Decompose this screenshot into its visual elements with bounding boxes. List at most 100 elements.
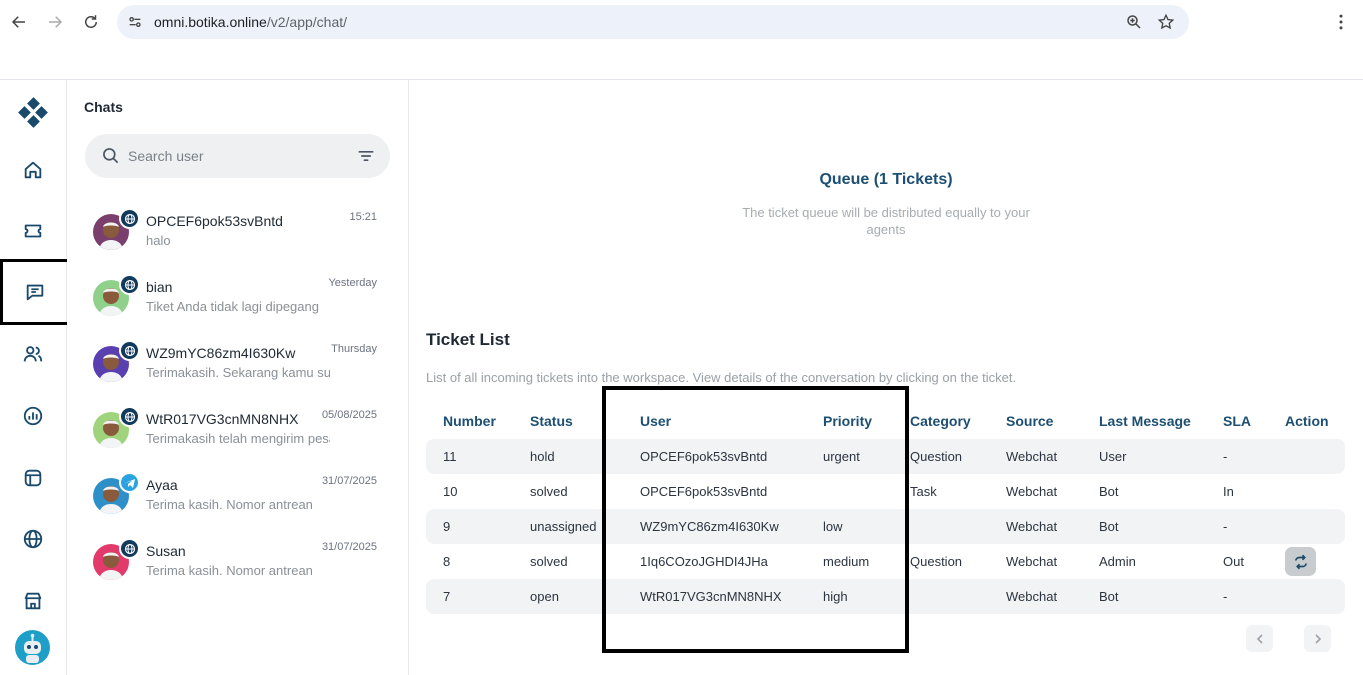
ticket-cell-sla: - <box>1206 579 1268 614</box>
globe-icon <box>124 543 135 554</box>
column-header: SLA <box>1223 413 1251 429</box>
chat-time: 15:21 <box>349 211 377 223</box>
globe-icon <box>23 529 43 549</box>
ticket-table-header: Number Status User Priority Category Source La… <box>426 403 1345 439</box>
arrow-right-icon <box>49 16 63 28</box>
ticket-cell-priority: low <box>806 509 893 544</box>
url-text[interactable]: omni.botika.online/v2/app/chat/ <box>154 14 347 30</box>
home-icon <box>24 161 42 179</box>
forward-button[interactable] <box>42 9 68 35</box>
column-header: Priority <box>823 413 873 429</box>
chat-name: Ayaa <box>146 477 178 493</box>
ticket-cell-action <box>1268 439 1345 474</box>
ticket-row[interactable]: 11 hold OPCEF6pok53svBntd urgent Question Web… <box>426 439 1345 474</box>
ticket-list-title: Ticket List <box>426 330 510 349</box>
store-icon <box>24 592 42 610</box>
nav-tickets[interactable] <box>12 210 54 252</box>
nav-store[interactable] <box>12 580 54 622</box>
nav-channels[interactable] <box>12 518 54 560</box>
chat-preview: Terimakasih telah mengirim pesan <box>146 431 330 446</box>
chats-title: Chats <box>84 99 123 115</box>
channel-badge <box>119 472 140 493</box>
reload-icon <box>85 15 97 28</box>
ticket-cell-user: WtR017VG3cnMN8NHX <box>623 579 806 614</box>
ticket-cell-last-message: Admin <box>1099 554 1136 569</box>
nav-analytics[interactable] <box>12 395 54 437</box>
channel-badge <box>119 274 140 295</box>
chat-list-panel: Chats OPCEF6pok53svBntd 15:21 halo bian Yest… <box>67 80 409 675</box>
column-header: Source <box>1006 413 1054 429</box>
ticket-row[interactable]: 10 solved OPCEF6pok53svBntd Task Webchat Bot I… <box>426 474 1345 509</box>
chat-time: Yesterday <box>328 277 377 289</box>
chevron-left-icon <box>1256 633 1263 644</box>
chat-list-item[interactable]: WtR017VG3cnMN8NHX 05/08/2025 Terimakasih t… <box>67 400 409 466</box>
zoom-icon[interactable] <box>1125 13 1143 31</box>
analytics-icon <box>23 406 43 426</box>
prev-page-button[interactable] <box>1246 625 1273 652</box>
column-header: Status <box>530 413 573 429</box>
ticket-list-description: List of all incoming tickets into the wo… <box>426 370 1017 385</box>
globe-icon <box>124 279 135 290</box>
reopen-icon <box>1294 554 1307 569</box>
bot-avatar[interactable] <box>15 630 50 665</box>
ticket-row[interactable]: 8 solved 1Iq6COzoJGHDI4JHa medium Question We… <box>426 544 1345 579</box>
queue-title: Queue (1 Tickets) <box>819 171 953 188</box>
ticket-cell-priority: high <box>806 579 893 614</box>
back-button[interactable] <box>6 9 32 35</box>
next-page-button[interactable] <box>1304 625 1331 652</box>
column-header: Category <box>910 413 971 429</box>
ticket-cell-sla: - <box>1206 509 1268 544</box>
ticket-icon <box>24 224 42 238</box>
ticket-table: Number Status User Priority Category Source La… <box>426 403 1345 614</box>
botika-logo-icon[interactable] <box>16 96 50 130</box>
reopen-ticket-button[interactable] <box>1285 547 1316 576</box>
ticket-cell-priority: urgent <box>806 439 893 474</box>
ticket-cell-action <box>1268 509 1345 544</box>
search-user-box[interactable] <box>85 134 390 178</box>
ticket-cell-category <box>893 509 989 544</box>
ticket-row[interactable]: 7 open WtR017VG3cnMN8NHX high Webchat Bot - <box>426 579 1345 614</box>
reload-button[interactable] <box>78 9 104 35</box>
channel-badge <box>119 208 140 229</box>
nav-inbox[interactable] <box>12 457 54 499</box>
chat-list-item[interactable]: Ayaa 31/07/2025 Terima kasih. Nomor antrea… <box>67 466 409 532</box>
chevron-right-icon <box>1314 633 1321 644</box>
ticket-cell-source: Webchat <box>989 509 1082 544</box>
more-vert-icon <box>1339 14 1343 30</box>
ticket-cell-status: hold <box>513 439 623 474</box>
main-content: Queue (1 Tickets) The ticket queue will … <box>409 80 1363 675</box>
chat-name: WtR017VG3cnMN8NHX <box>146 411 299 427</box>
site-settings-icon[interactable] <box>127 14 143 30</box>
ticket-cell-user: WZ9mYC86zm4I630Kw <box>623 509 806 544</box>
ticket-cell-number: 10 <box>443 484 458 499</box>
robot-icon <box>24 633 41 663</box>
search-user-input[interactable] <box>128 144 328 168</box>
chat-list-item[interactable]: OPCEF6pok53svBntd 15:21 halo <box>67 202 409 268</box>
browser-menu-button[interactable] <box>1330 10 1352 34</box>
column-header: Last Message <box>1099 413 1191 429</box>
chat-list-item[interactable]: WZ9mYC86zm4I630Kw Thursday Terimakasih. Se… <box>67 334 409 400</box>
ticket-cell-user: OPCEF6pok53svBntd <box>640 484 768 499</box>
bookmark-star-icon[interactable] <box>1157 13 1175 31</box>
ticket-cell-last-message: User <box>1082 439 1206 474</box>
chat-time: Thursday <box>331 343 377 355</box>
ticket-cell-source: Webchat <box>989 579 1082 614</box>
chat-list-item[interactable]: Susan 31/07/2025 Terima kasih. Nomor antre… <box>67 532 409 598</box>
filter-icon[interactable] <box>356 146 376 166</box>
nav-chat[interactable] <box>0 259 70 325</box>
chat-time: 31/07/2025 <box>321 541 377 553</box>
ticket-cell-status: open <box>513 579 623 614</box>
ticket-cell-category <box>893 579 989 614</box>
chat-preview: Terima kasih. Nomor antrean <box>146 497 313 512</box>
nav-home[interactable] <box>12 149 54 191</box>
browser-toolbar: omni.botika.online/v2/app/chat/ <box>0 0 1363 80</box>
chat-name: WZ9mYC86zm4I630Kw <box>146 345 296 361</box>
address-bar[interactable]: omni.botika.online/v2/app/chat/ <box>117 5 1189 39</box>
ticket-cell-number: 8 <box>443 554 451 569</box>
nav-contacts[interactable] <box>12 333 54 375</box>
ticket-cell-action <box>1268 544 1345 579</box>
ticket-row[interactable]: 9 unassigned WZ9mYC86zm4I630Kw low Webchat Bo… <box>426 509 1345 544</box>
ticket-cell-category: Question <box>910 554 963 569</box>
chat-preview: Terimakasih. Sekarang kamu sudah <box>146 365 330 380</box>
chat-list-item[interactable]: bian Yesterday Tiket Anda tidak lagi dipeg… <box>67 268 409 334</box>
